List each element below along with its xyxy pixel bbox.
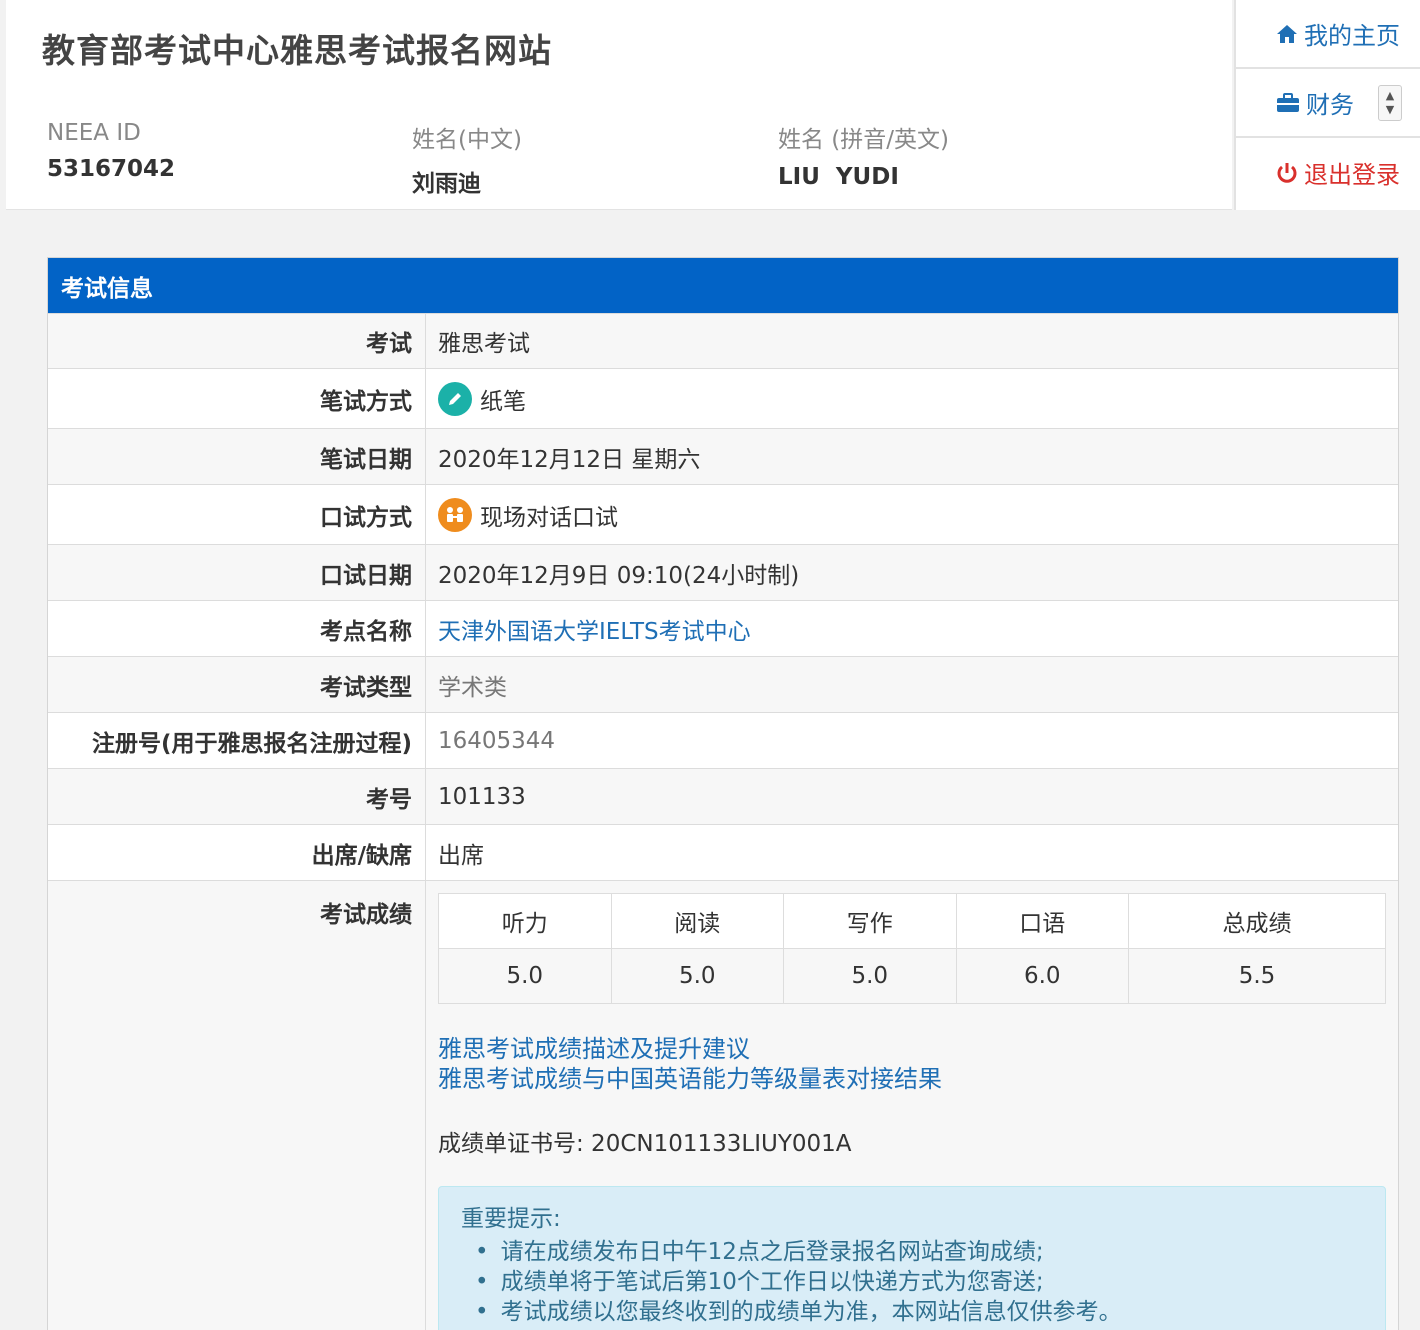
home-icon [1276,24,1298,44]
row-value: 雅思考试 [438,331,530,357]
notice-list: 请在成绩发布日中午12点之后登录报名网站查询成绩; 成绩单将于笔试后第10个工作… [461,1237,1363,1327]
account-nav: 我的主页 财务 ▲ ▼ 退出登录 [1234,0,1420,210]
name-en-block: 姓名 (拼音/英文) LIU YUDI [778,120,949,190]
row-test-centre: 考点名称 天津外国语大学IELTS考试中心 [48,600,1398,656]
row-registration-number: 注册号(用于雅思报名注册过程) 16405344 [48,712,1398,768]
briefcase-icon [1276,92,1300,113]
scores-content: 听力 阅读 写作 口语 总成绩 5.0 5.0 5.0 6.0 5.5 雅思考试… [426,881,1398,1330]
name-cn-block: 姓名(中文) 刘雨迪 [412,120,522,198]
important-notice: 重要提示: 请在成绩发布日中午12点之后登录报名网站查询成绩; 成绩单将于笔试后… [438,1186,1386,1330]
row-value-container: 天津外国语大学IELTS考试中心 [426,601,1398,656]
row-value-container: 现场对话口试 [426,485,1398,544]
nav-finance-label: 财务 [1306,91,1354,119]
scores-label: 考试成绩 [48,881,426,1330]
score-listening: 5.0 [438,948,612,1004]
row-speaking-date: 口试日期 2020年12月9日 09:10(24小时制) [48,544,1398,600]
row-label: 考试类型 [48,657,426,712]
exam-type-value: 学术类 [438,674,507,701]
row-scores: 考试成绩 听力 阅读 写作 口语 总成绩 5.0 5.0 5.0 6.0 5.5 [48,880,1398,1330]
row-written-date: 笔试日期 2020年12月12日 星期六 [48,428,1398,484]
row-exam: 考试 雅思考试 [48,313,1398,368]
neea-id-block: NEEA ID 53167042 [47,120,175,182]
score-header-speaking: 口语 [956,893,1129,949]
panel-heading: 考试信息 [48,258,1398,313]
neea-id-label: NEEA ID [47,120,141,146]
spinner-up-icon[interactable]: ▲ [1386,89,1394,103]
row-label: 注册号(用于雅思报名注册过程) [48,713,426,768]
nav-logout-label: 退出登录 [1304,161,1400,189]
row-attendance: 出席/缺席 出席 [48,824,1398,880]
spinner-down-icon[interactable]: ▼ [1386,103,1394,117]
nav-home[interactable]: 我的主页 [1236,0,1420,69]
row-candidate-number: 考号 101133 [48,768,1398,824]
scores-value-row: 5.0 5.0 5.0 6.0 5.5 [438,948,1386,1004]
score-links: 雅思考试成绩描述及提升建议 雅思考试成绩与中国英语能力等级量表对接结果 [438,1034,1386,1094]
score-speaking: 6.0 [956,948,1129,1004]
notice-item: 成绩单将于笔试后第10个工作日以快递方式为您寄送; [475,1267,1363,1297]
face-to-face-icon [438,497,472,532]
score-overall: 5.5 [1128,948,1386,1004]
written-mode-value: 纸笔 [480,388,526,415]
row-value-container: 16405344 [426,713,1398,768]
notice-item: 考试成绩以您最终收到的成绩单为准，本网站信息仅供参考。 [475,1297,1363,1327]
row-value: 2020年12月9日 09:10(24小时制) [438,562,800,589]
nav-home-label: 我的主页 [1304,22,1400,50]
score-header-writing: 写作 [783,893,957,949]
row-value-container: 纸笔 [426,369,1398,428]
row-label: 考点名称 [48,601,426,656]
name-cn-label: 姓名(中文) [412,127,522,153]
row-label: 出席/缺席 [48,825,426,880]
score-writing: 5.0 [783,948,957,1004]
row-label: 考试 [48,314,426,368]
neea-id-value: 53167042 [47,156,176,182]
header-card: 教育部考试中心雅思考试报名网站 NEEA ID 53167042 姓名(中文) … [6,0,1232,210]
row-label: 笔试日期 [48,429,426,484]
nav-finance[interactable]: 财务 ▲ ▼ [1236,69,1420,138]
test-centre-link[interactable]: 天津外国语大学IELTS考试中心 [438,612,751,646]
row-written-mode: 笔试方式 纸笔 [48,368,1398,428]
registration-number-value: 16405344 [438,727,556,754]
notice-item: 请在成绩发布日中午12点之后登录报名网站查询成绩; [475,1237,1363,1267]
finance-scroll-spinner[interactable]: ▲ ▼ [1378,84,1402,121]
name-cn-value: 刘雨迪 [412,171,481,197]
certificate-number: 成绩单证书号: 20CN101133LIUY001A [438,1131,852,1157]
score-description-link[interactable]: 雅思考试成绩描述及提升建议 [438,1035,750,1063]
row-label: 笔试方式 [48,369,426,428]
speaking-mode-value: 现场对话口试 [480,504,618,531]
scores-table: 听力 阅读 写作 口语 总成绩 5.0 5.0 5.0 6.0 5.5 [438,893,1386,1004]
row-value-container: 学术类 [426,657,1398,712]
row-value: 101133 [438,783,526,810]
score-header-reading: 阅读 [611,893,784,949]
power-icon [1276,162,1298,184]
row-label: 口试方式 [48,485,426,544]
row-exam-type: 考试类型 学术类 [48,656,1398,712]
exam-info-panel: 考试信息 考试 雅思考试 笔试方式 纸笔 笔试日期 2020年12月12日 星期… [47,257,1399,1330]
notice-title: 重要提示: [461,1206,561,1232]
name-en-value: LIU YUDI [778,164,899,190]
scores-header-row: 听力 阅读 写作 口语 总成绩 [438,893,1386,949]
pencil-icon [438,381,472,416]
row-value: 出席 [438,842,484,869]
row-label: 考号 [48,769,426,824]
score-reading: 5.0 [611,948,784,1004]
score-header-listening: 听力 [438,893,612,949]
cse-alignment-link[interactable]: 雅思考试成绩与中国英语能力等级量表对接结果 [438,1065,942,1093]
score-header-overall: 总成绩 [1222,911,1292,937]
row-speaking-mode: 口试方式 现场对话口试 [48,484,1398,544]
name-en-label: 姓名 (拼音/英文) [778,127,950,153]
site-title: 教育部考试中心雅思考试报名网站 [42,31,552,70]
nav-logout[interactable]: 退出登录 [1236,138,1420,207]
row-value: 2020年12月12日 星期六 [438,446,701,473]
row-label: 口试日期 [48,545,426,600]
